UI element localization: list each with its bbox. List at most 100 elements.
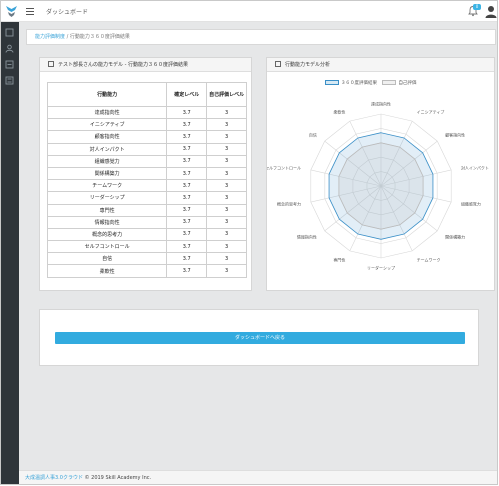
breadcrumb-current: 行動能力３６０度評価結果 bbox=[69, 34, 130, 40]
radar-axis-label: 情報指向性 bbox=[297, 234, 317, 240]
competency-cell: 顧客指向性 bbox=[46, 130, 168, 144]
radar-axis-label: リーダーシップ bbox=[367, 265, 395, 271]
table-row: セルフコントロール 3.7 3 bbox=[46, 240, 247, 254]
legend-swatch-self[interactable] bbox=[382, 80, 397, 85]
self-level-cell: 3 bbox=[206, 252, 247, 266]
self-level-cell: 3 bbox=[206, 264, 247, 278]
main-content: 能力評価制度 / 行動能力３６０度評価結果 テスト部長さんの能力モデル - 行動… bbox=[19, 22, 497, 470]
sidebar-users-icon[interactable] bbox=[5, 44, 14, 53]
confirmed-level-cell: 3.7 bbox=[166, 240, 208, 254]
user-avatar-icon[interactable] bbox=[485, 5, 497, 18]
legend-swatch-360[interactable] bbox=[325, 80, 339, 85]
sidebar-report-icon[interactable] bbox=[5, 76, 14, 85]
competency-cell: 情報指向性 bbox=[46, 215, 168, 229]
back-to-dashboard-button[interactable]: ダッシュボードへ戻る bbox=[55, 332, 465, 344]
radar-axis-label: 関係構築力 bbox=[445, 234, 465, 240]
radar-axis-label: イニシアティブ bbox=[417, 109, 445, 115]
confirmed-level-cell: 3.7 bbox=[166, 203, 208, 217]
self-level-cell: 3 bbox=[206, 154, 247, 168]
confirmed-level-cell: 3.7 bbox=[166, 179, 208, 193]
confirmed-level-cell: 3.7 bbox=[166, 105, 208, 120]
table-row: 関係構築力 3.7 3 bbox=[46, 166, 247, 181]
radar-axis-label: セルフコントロール bbox=[267, 165, 301, 170]
self-level-cell: 3 bbox=[206, 191, 247, 205]
radar-axis-label: 柔軟性 bbox=[333, 109, 345, 115]
self-level-cell: 3 bbox=[206, 142, 247, 156]
table-row: リーダーシップ 3.7 3 bbox=[46, 191, 247, 205]
column-header-competency: 行動能力 bbox=[46, 82, 168, 107]
logo-icon[interactable] bbox=[4, 3, 19, 19]
radar-axis-label: 対人インパクト bbox=[461, 164, 489, 170]
radar-axis-label: チームワーク bbox=[417, 256, 441, 262]
app-title[interactable]: ダッシュボード bbox=[46, 7, 88, 16]
radar-axis-label: 自信 bbox=[309, 131, 317, 137]
table-row: 対人インパクト 3.7 3 bbox=[46, 142, 247, 156]
competency-cell: 自信 bbox=[46, 252, 168, 266]
competency-cell: 対人インパクト bbox=[46, 142, 168, 156]
self-level-cell: 3 bbox=[206, 240, 247, 254]
notification-badge: 0 bbox=[473, 4, 481, 10]
radar-axis-label: 組織感覚力 bbox=[461, 201, 481, 207]
radar-axis-label: 達成指向性 bbox=[371, 101, 391, 107]
breadcrumb-root-link[interactable]: 能力評価制度 bbox=[35, 34, 65, 40]
competency-cell: 概念的思考力 bbox=[46, 227, 168, 242]
competency-cell: チームワーク bbox=[46, 179, 168, 193]
radar-axis-label: 専門性 bbox=[333, 256, 345, 262]
breadcrumb-separator: / bbox=[66, 34, 69, 40]
confirmed-level-cell: 3.7 bbox=[166, 130, 208, 144]
radar-series-self bbox=[338, 142, 424, 230]
radar-chart: 達成指向性イニシアティブ顧客指向性対人インパクト組織感覚力関係構築力チームワーク… bbox=[267, 101, 489, 271]
chart-legend: ３６０度評価結果 自己評価 bbox=[325, 80, 416, 86]
result-card-title: テスト部長さんの能力モデル - 行動能力３６０度評価結果 bbox=[58, 62, 188, 68]
competency-cell: 関係構築力 bbox=[46, 166, 168, 181]
competency-cell: 達成指向性 bbox=[46, 105, 168, 120]
column-header-self-level: 自己評価レベル bbox=[206, 82, 247, 107]
sidebar-evaluation-icon[interactable] bbox=[5, 60, 14, 69]
sidebar bbox=[1, 22, 19, 484]
table-row: 概念的思考力 3.7 3 bbox=[46, 227, 247, 242]
confirmed-level-cell: 3.7 bbox=[166, 118, 208, 132]
legend-label-self[interactable]: 自己評価 bbox=[398, 81, 416, 86]
competency-table: 行動能力 確定レベル 自己評価レベル 達成指向性 3.7 3 イニシアティブ 3.7 3 顧… bbox=[46, 82, 247, 278]
breadcrumb: 能力評価制度 / 行動能力３６０度評価結果 bbox=[26, 29, 496, 45]
document-icon bbox=[48, 61, 54, 67]
sidebar-dashboard-icon[interactable] bbox=[5, 28, 14, 37]
analysis-card: 行動能力モデル分析 ３６０度評価結果 自己評価 達成指向性イニシアティブ顧客指向… bbox=[266, 57, 495, 291]
footer-copyright: © 2019 Skill Academy Inc. bbox=[84, 475, 152, 481]
table-row: 情報指向性 3.7 3 bbox=[46, 215, 247, 229]
confirmed-level-cell: 3.7 bbox=[166, 227, 208, 242]
confirmed-level-cell: 3.7 bbox=[166, 264, 208, 278]
self-level-cell: 3 bbox=[206, 130, 247, 144]
result-card-header: テスト部長さんの能力モデル - 行動能力３６０度評価結果 bbox=[40, 58, 251, 72]
self-level-cell: 3 bbox=[206, 203, 247, 217]
self-level-cell: 3 bbox=[206, 118, 247, 132]
table-row: イニシアティブ 3.7 3 bbox=[46, 118, 247, 132]
confirmed-level-cell: 3.7 bbox=[166, 215, 208, 229]
analysis-card-header: 行動能力モデル分析 bbox=[267, 58, 494, 72]
table-row: 専門性 3.7 3 bbox=[46, 203, 247, 217]
footer-link[interactable]: 大成温調人事3.0クラウド bbox=[25, 475, 83, 481]
action-card: ダッシュボードへ戻る bbox=[39, 309, 479, 366]
result-table-card: テスト部長さんの能力モデル - 行動能力３６０度評価結果 行動能力 確定レベル … bbox=[39, 57, 252, 291]
radar-axis-label: 概念的思考力 bbox=[277, 201, 301, 207]
radar-axis-label: 顧客指向性 bbox=[445, 131, 465, 137]
chart-icon bbox=[275, 61, 281, 67]
table-row: 柔軟性 3.7 3 bbox=[46, 264, 247, 278]
competency-cell: 専門性 bbox=[46, 203, 168, 217]
self-level-cell: 3 bbox=[206, 215, 247, 229]
analysis-card-title: 行動能力モデル分析 bbox=[285, 62, 331, 68]
competency-cell: 柔軟性 bbox=[46, 264, 168, 278]
confirmed-level-cell: 3.7 bbox=[166, 252, 208, 266]
self-level-cell: 3 bbox=[206, 166, 247, 181]
confirmed-level-cell: 3.7 bbox=[166, 166, 208, 181]
footer: 大成温調人事3.0クラウド © 2019 Skill Academy Inc. bbox=[19, 470, 497, 484]
column-header-confirmed-level: 確定レベル bbox=[166, 82, 208, 107]
table-row: 組織感覚力 3.7 3 bbox=[46, 154, 247, 168]
menu-toggle-icon[interactable] bbox=[26, 8, 34, 15]
competency-cell: セルフコントロール bbox=[46, 240, 168, 254]
confirmed-level-cell: 3.7 bbox=[166, 154, 208, 168]
app-window: ダッシュボード 0 能力評価制度 / 行動能力３６０度評価結果 テスト部長さんの… bbox=[0, 0, 498, 485]
competency-cell: リーダーシップ bbox=[46, 191, 168, 205]
legend-label-360[interactable]: ３６０度評価結果 bbox=[341, 81, 377, 86]
confirmed-level-cell: 3.7 bbox=[166, 142, 208, 156]
